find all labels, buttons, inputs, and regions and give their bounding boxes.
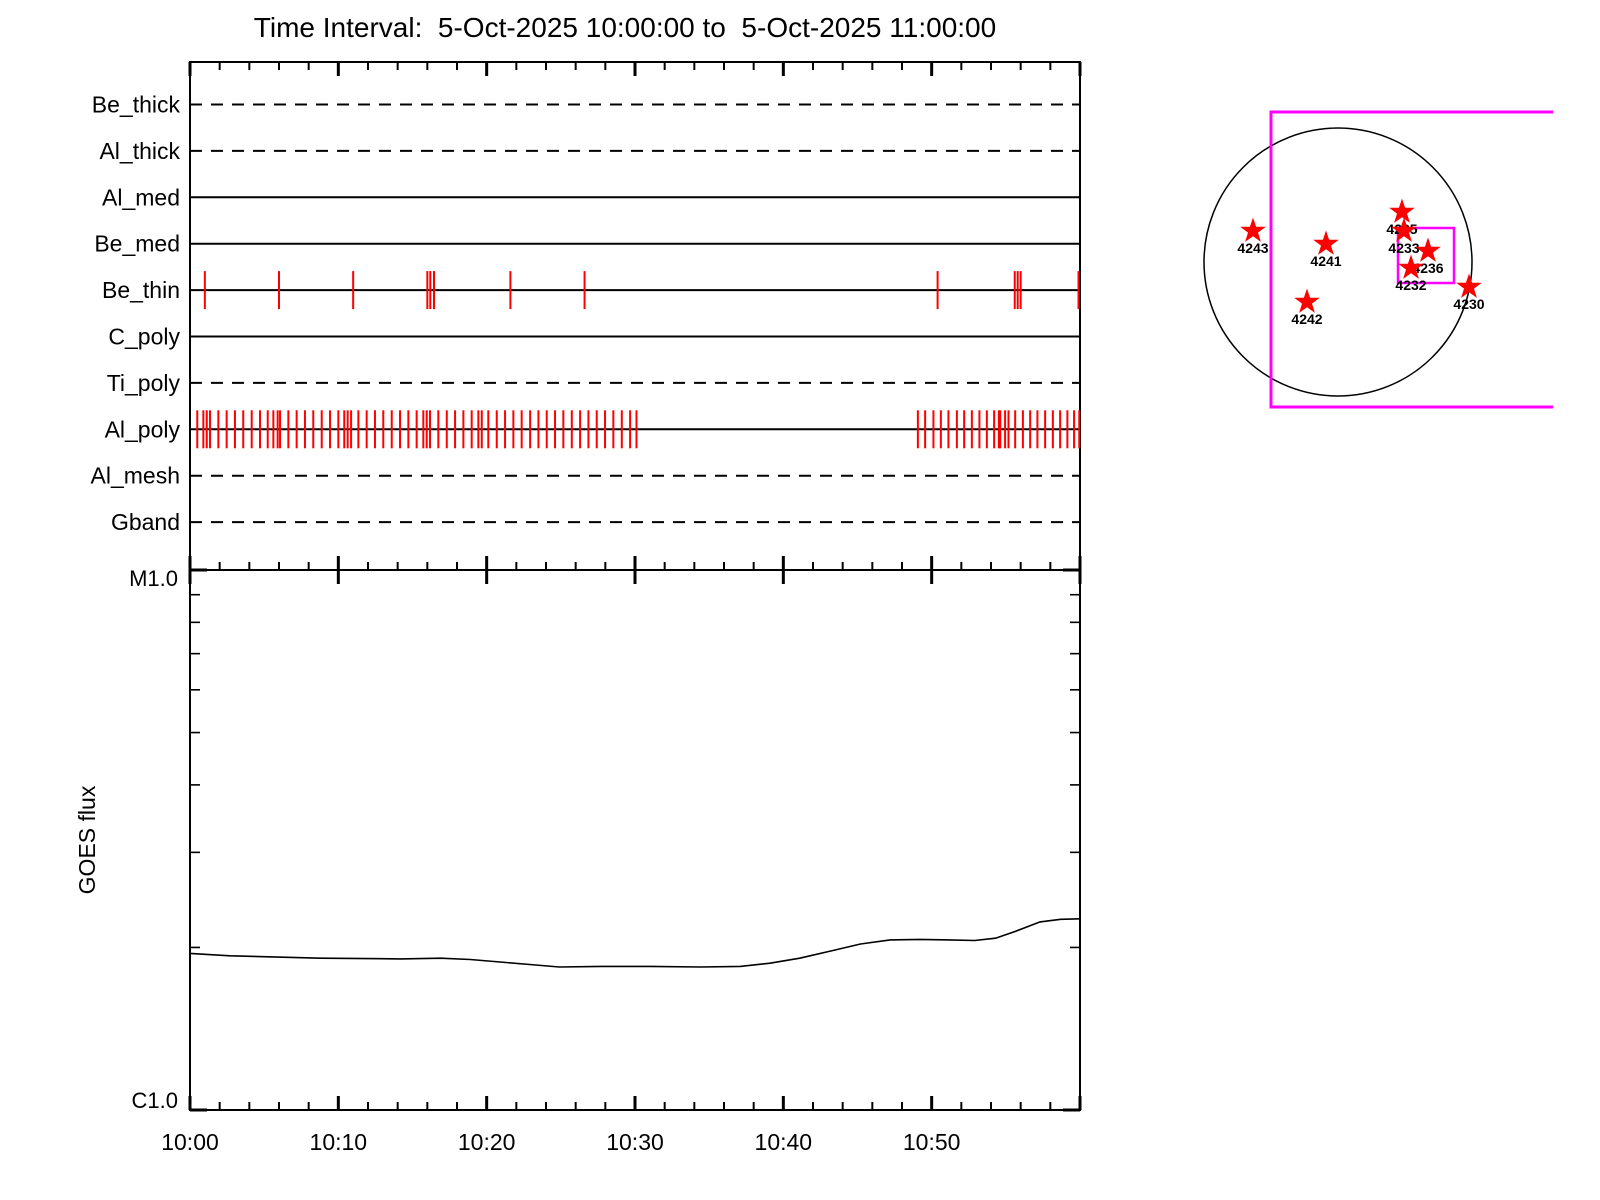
active-region-label-4241: 4241: [1310, 253, 1341, 269]
active-region-star-4230: [1456, 273, 1482, 298]
filter-label-Al_med: Al_med: [102, 184, 180, 210]
filter-label-C_poly: C_poly: [108, 324, 180, 350]
active-region-label-4242: 4242: [1291, 311, 1322, 327]
time-label-10:10: 10:10: [310, 1129, 368, 1155]
filter-label-Ti_poly: Ti_poly: [107, 370, 181, 396]
goes-flux-curve: [189, 918, 1081, 968]
filter-label-Be_thin: Be_thin: [102, 277, 180, 303]
goes-flux-panel: 10:00 10:10 10:20 10:30 10:40 10:50: [161, 568, 1082, 1155]
page-title: Time Interval: 5-Oct-2025 10:00:00 to 5-…: [253, 12, 997, 43]
filter-timeline-panel: Be_thick Al_thick Al_med Be_med Be_thin C_pol…: [91, 61, 1082, 584]
active-region-star-4241: [1313, 230, 1339, 255]
observation-summary-plot: Time Interval: 5-Oct-2025 10:00:00 to 5-…: [0, 0, 1600, 1200]
filter-label-Al_poly: Al_poly: [105, 416, 181, 442]
goes-ytick-label-top: M1.0: [129, 566, 178, 591]
plot-svg: Be_thick Al_thick Al_med Be_med Be_thin C_pol…: [74, 61, 1553, 1155]
time-label-10:50: 10:50: [903, 1129, 961, 1155]
active-region-label-4232: 4232: [1395, 277, 1426, 293]
filter-label-Al_thick: Al_thick: [99, 138, 180, 164]
filter-label-Al_mesh: Al_mesh: [91, 463, 180, 489]
time-label-10:00: 10:00: [161, 1129, 219, 1155]
active-region-label-4243: 4243: [1237, 240, 1268, 256]
time-label-10:30: 10:30: [606, 1129, 664, 1155]
goes-axis-title: GOES flux: [74, 785, 100, 894]
filter-label-Be_med: Be_med: [94, 231, 180, 257]
active-region-star-4242: [1294, 288, 1320, 313]
goes-ytick-label-bottom: C1.0: [132, 1088, 178, 1113]
solar-disk-map: 42434241423542334236423242304242: [1203, 110, 1553, 409]
time-label-10:40: 10:40: [755, 1129, 813, 1155]
active-region-label-4233: 4233: [1388, 240, 1419, 256]
goes-panel-border: [189, 569, 1081, 1111]
filter-label-Gband: Gband: [111, 509, 180, 535]
active-region-star-4243: [1240, 217, 1266, 242]
active-region-label-4230: 4230: [1453, 296, 1484, 312]
active-region-star-4235: [1389, 198, 1415, 223]
time-label-10:20: 10:20: [458, 1129, 516, 1155]
filter-label-Be_thick: Be_thick: [92, 92, 181, 118]
filter-panel-border: [189, 61, 1081, 571]
